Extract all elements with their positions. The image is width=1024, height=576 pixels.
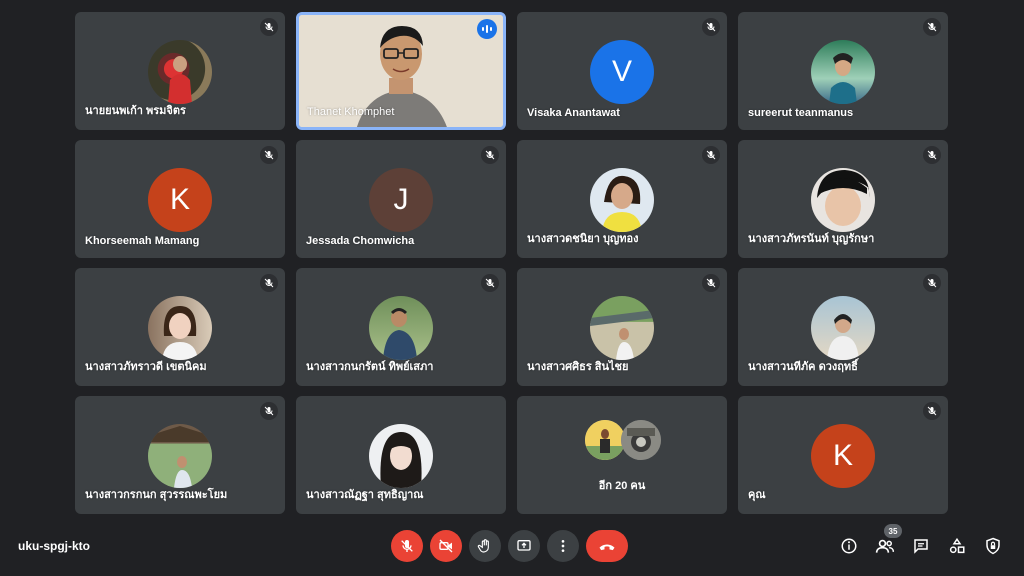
present-screen-icon: [517, 540, 531, 551]
mic-toggle-button[interactable]: [391, 530, 423, 562]
participant-tile-active-speaker[interactable]: Thanet Khomphet: [296, 12, 506, 130]
mic-off-icon: [481, 146, 499, 164]
participant-grid: นายยนพเก้า พรมจิตร Thanet Khomphet V Vis…: [0, 0, 1024, 520]
avatar: [148, 40, 212, 104]
avatar: [369, 424, 433, 488]
participant-name: นางสาวณัฏฐา สุทธิญาณ: [306, 489, 424, 501]
participant-tile[interactable]: นางสาวดชนิยา บุญทอง: [517, 140, 727, 258]
meeting-code: uku-spgj-kto: [18, 539, 90, 553]
audio-level-icon: [477, 19, 497, 39]
participant-name: นางสาวกรกนก สุวรรณพะโยม: [85, 489, 228, 501]
participant-name: คุณ: [748, 489, 766, 501]
end-call-icon: [599, 544, 615, 551]
show-everyone-button[interactable]: [874, 535, 896, 557]
participant-tile[interactable]: นางสาวภัทราวดี เขตนิคม: [75, 268, 285, 386]
participant-tile[interactable]: K Khorseemah Mamang: [75, 140, 285, 258]
participant-tile[interactable]: นางสาวภัทรนันท์ บุญรักษา: [738, 140, 948, 258]
participant-name: นางสาวนทีภัค ดวงฤทธิ์: [748, 361, 858, 373]
more-vert-icon: [561, 540, 565, 552]
more-participants-avatars: [585, 420, 675, 464]
participant-name: นางสาวภัทราวดี เขตนิคม: [85, 361, 207, 373]
activities-icon: [949, 537, 965, 554]
mic-off-icon: [260, 146, 278, 164]
participant-tile[interactable]: นางสาวกรกนก สุวรรณพะโยม: [75, 396, 285, 514]
avatar: [590, 296, 654, 360]
avatar: [369, 296, 433, 360]
participant-name: นางสาวกนกรัตน์ ทิพย์เสภา: [306, 361, 434, 373]
mic-off-icon: [702, 146, 720, 164]
chat-button[interactable]: [910, 535, 932, 557]
avatar: [811, 168, 875, 232]
avatar: [811, 296, 875, 360]
mic-off-icon: [260, 18, 278, 36]
avatar: [621, 420, 661, 460]
avatar: [148, 424, 212, 488]
participant-tile[interactable]: V Visaka Anantawat: [517, 12, 727, 130]
avatar-letter: J: [369, 168, 433, 232]
avatar-letter: K: [148, 168, 212, 232]
participant-tile[interactable]: J Jessada Chomwicha: [296, 140, 506, 258]
more-participants-tile[interactable]: อีก 20 คน: [517, 396, 727, 514]
avatar-letter: K: [811, 424, 875, 488]
mic-off-icon: [923, 402, 941, 420]
mic-off-icon: [923, 274, 941, 292]
mic-off-icon: [923, 146, 941, 164]
participant-name: Jessada Chomwicha: [306, 235, 415, 247]
participant-count-badge: 35: [884, 524, 902, 538]
raise-hand-icon: [477, 539, 489, 553]
participant-name: นางสาวภัทรนันท์ บุญรักษา: [748, 233, 875, 245]
participant-tile[interactable]: นางสาวณัฏฐา สุทธิญาณ: [296, 396, 506, 514]
avatar: [590, 168, 654, 232]
avatar: [811, 40, 875, 104]
camera-toggle-button[interactable]: [430, 530, 462, 562]
host-controls-button[interactable]: [982, 535, 1004, 557]
participant-name: นางสาวศศิธร สินไชย: [527, 361, 629, 373]
present-screen-button[interactable]: [508, 530, 540, 562]
host-controls-icon: [986, 537, 1000, 555]
raise-hand-button[interactable]: [469, 530, 501, 562]
participant-name: Thanet Khomphet: [307, 106, 395, 118]
mic-off-icon: [260, 402, 278, 420]
mic-off-icon: [401, 540, 413, 552]
more-options-button[interactable]: [547, 530, 579, 562]
participant-tile[interactable]: sureerut teanmanus: [738, 12, 948, 130]
participant-tile[interactable]: นางสาวนทีภัค ดวงฤทธิ์: [738, 268, 948, 386]
leave-call-button[interactable]: [586, 530, 628, 562]
avatar: [148, 296, 212, 360]
participant-tile[interactable]: นางสาวกนกรัตน์ ทิพย์เสภา: [296, 268, 506, 386]
mic-off-icon: [481, 274, 499, 292]
info-icon: [841, 538, 857, 554]
mic-off-icon: [260, 274, 278, 292]
participant-tile[interactable]: นางสาวศศิธร สินไชย: [517, 268, 727, 386]
activities-button[interactable]: [946, 535, 968, 557]
participant-name: นางสาวดชนิยา บุญทอง: [527, 233, 639, 245]
chat-icon: [914, 539, 928, 554]
people-icon: [875, 539, 895, 553]
participant-name: Khorseemah Mamang: [85, 235, 200, 247]
participant-tile[interactable]: นายยนพเก้า พรมจิตร: [75, 12, 285, 130]
mic-off-icon: [923, 18, 941, 36]
participant-name: Visaka Anantawat: [527, 107, 620, 119]
more-participants-label: อีก 20 คน: [598, 480, 646, 492]
avatar: [585, 420, 625, 460]
participant-name: นายยนพเก้า พรมจิตร: [85, 105, 186, 117]
avatar-letter: V: [590, 40, 654, 104]
mic-off-icon: [702, 18, 720, 36]
meeting-details-button[interactable]: [838, 535, 860, 557]
participant-tile-self[interactable]: K คุณ: [738, 396, 948, 514]
mic-off-icon: [702, 274, 720, 292]
participant-name: sureerut teanmanus: [748, 107, 854, 119]
camera-off-icon: [439, 539, 453, 553]
